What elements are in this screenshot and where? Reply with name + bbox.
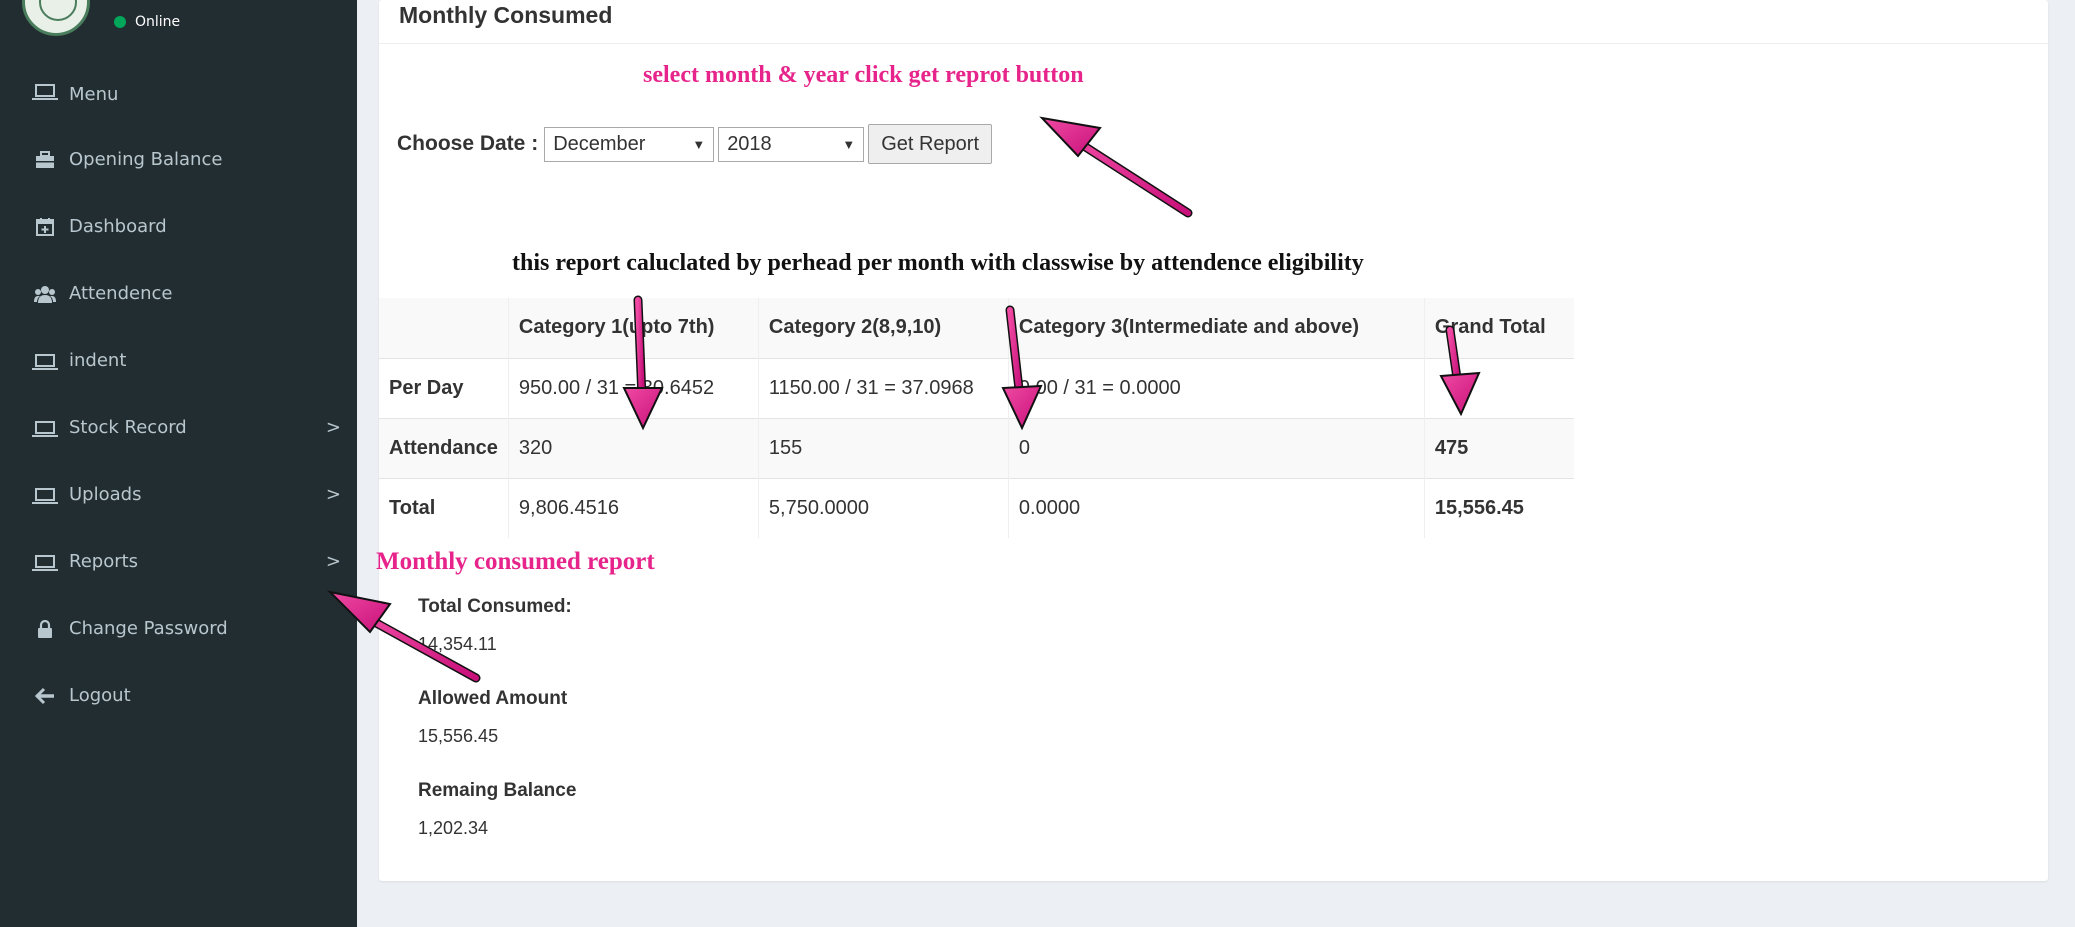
select-hint-annotation: select month & year click get reprot but…	[643, 62, 1084, 88]
users-icon	[33, 285, 57, 303]
summary-value: 1,202.34	[418, 818, 489, 838]
sidebar-item-label: indent	[69, 350, 127, 371]
table-cell	[1424, 357, 1575, 418]
briefcase-icon	[33, 150, 57, 169]
chevron-right-icon: >	[325, 417, 341, 438]
sidebar-item-stock-record[interactable]: Stock Record >	[0, 394, 357, 461]
summary-label: Remaing Balance	[418, 780, 577, 801]
sidebar-item-label: Stock Record	[69, 417, 187, 438]
table-cell: 0	[1008, 417, 1425, 478]
table-header-cell: Grand Total	[1424, 298, 1575, 358]
monitor-icon	[32, 421, 58, 437]
table-row: Attendance 320 155 0 475	[379, 417, 1575, 478]
table-cell: 0.00 / 31 = 0.0000	[1008, 357, 1425, 418]
table-header-cell	[379, 298, 509, 358]
table-cell: 155	[758, 417, 1009, 478]
monitor-icon	[32, 84, 58, 100]
sidebar-item-opening-balance[interactable]: Opening Balance	[0, 126, 357, 193]
table-cell: 9,806.4516	[508, 477, 759, 538]
divider	[379, 43, 2048, 44]
year-select[interactable]: 2018 ▼	[718, 126, 865, 162]
sidebar-item-uploads[interactable]: Uploads >	[0, 461, 357, 528]
row-label: Total	[379, 477, 509, 538]
arrow-left-icon	[33, 687, 57, 705]
summary-label: Total Consumed:	[418, 596, 572, 617]
sidebar-nav: Menu Opening Balance Dashboard Attendenc…	[0, 74, 357, 729]
summary-value: 15,556.45	[418, 726, 499, 746]
sidebar-item-attendence[interactable]: Attendence	[0, 260, 357, 327]
table-header-cell: Category 1(upto 7th)	[508, 298, 759, 358]
table-cell: 0.0000	[1008, 477, 1425, 538]
table-header-cell: Category 3(Intermediate and above)	[1008, 298, 1425, 358]
table-cell: 320	[508, 417, 759, 478]
sidebar-item-reports[interactable]: Reports >	[0, 528, 357, 595]
calendar-plus-icon	[33, 217, 57, 237]
sidebar-item-label: Attendence	[69, 283, 173, 304]
chevron-right-icon: >	[325, 484, 341, 505]
table-row: Per Day 950.00 / 31 = 30.6452 1150.00 / …	[379, 357, 1575, 418]
sidebar-item-dashboard[interactable]: Dashboard	[0, 193, 357, 260]
table-header-cell: Category 2(8,9,10)	[758, 298, 1009, 358]
lock-icon	[33, 619, 57, 638]
sidebar-item-change-password[interactable]: Change Password	[0, 595, 357, 662]
row-label: Per Day	[379, 357, 509, 418]
year-select-value: 2018	[727, 132, 772, 155]
summary-label: Allowed Amount	[418, 688, 568, 709]
user-status: Online	[114, 14, 180, 30]
sidebar-item-label: Uploads	[69, 484, 142, 505]
date-filter: Choose Date : December ▼ 2018 ▼ Get Repo…	[397, 124, 993, 164]
sidebar-item-label: Menu	[69, 84, 119, 105]
sidebar-item-label: Opening Balance	[69, 149, 223, 170]
monitor-icon	[32, 354, 58, 370]
monitor-icon	[32, 488, 58, 504]
online-dot-icon	[114, 16, 126, 28]
dropdown-arrow-icon: ▼	[842, 136, 856, 152]
table-row: Total 9,806.4516 5,750.0000 0.0000 15,55…	[379, 477, 1575, 538]
chevron-right-icon: >	[325, 551, 341, 572]
choose-date-label: Choose Date :	[397, 132, 539, 155]
sidebar-item-label: Dashboard	[69, 216, 167, 237]
report-table: Category 1(upto 7th) Category 2(8,9,10) …	[379, 298, 1575, 538]
summary-value: 14,354.11	[418, 634, 497, 654]
table-cell: 5,750.0000	[758, 477, 1009, 538]
table-header-row: Category 1(upto 7th) Category 2(8,9,10) …	[379, 298, 1575, 358]
table-cell: 950.00 / 31 = 30.6452	[508, 357, 759, 418]
report-note-annotation: this report caluclated by perhead per mo…	[512, 250, 1364, 276]
month-select-value: December	[553, 132, 646, 155]
sidebar-item-label: Reports	[69, 551, 139, 572]
dropdown-arrow-icon: ▼	[692, 136, 706, 152]
row-label: Attendance	[379, 417, 509, 478]
sidebar-item-menu[interactable]: Menu	[0, 74, 357, 126]
monthly-report-annotation: Monthly consumed report	[376, 548, 655, 575]
get-report-button[interactable]: Get Report	[868, 124, 993, 164]
month-select[interactable]: December ▼	[544, 126, 715, 162]
monthly-consumed-panel: Monthly Consumed select month & year cli…	[376, 0, 2048, 881]
monitor-icon	[32, 555, 58, 571]
table-cell: 475	[1424, 417, 1575, 478]
sidebar-item-logout[interactable]: Logout	[0, 662, 357, 729]
logo	[22, 0, 90, 36]
status-label: Online	[135, 14, 181, 30]
sidebar: Online Menu Opening Balance Dashboard At…	[0, 0, 357, 927]
sidebar-item-indent[interactable]: indent	[0, 327, 357, 394]
table-cell: 15,556.45	[1424, 477, 1575, 538]
sidebar-item-label: Logout	[69, 685, 131, 706]
sidebar-item-label: Change Password	[69, 618, 228, 639]
table-cell: 1150.00 / 31 = 37.0968	[758, 357, 1009, 418]
page-title: Monthly Consumed	[399, 2, 613, 28]
